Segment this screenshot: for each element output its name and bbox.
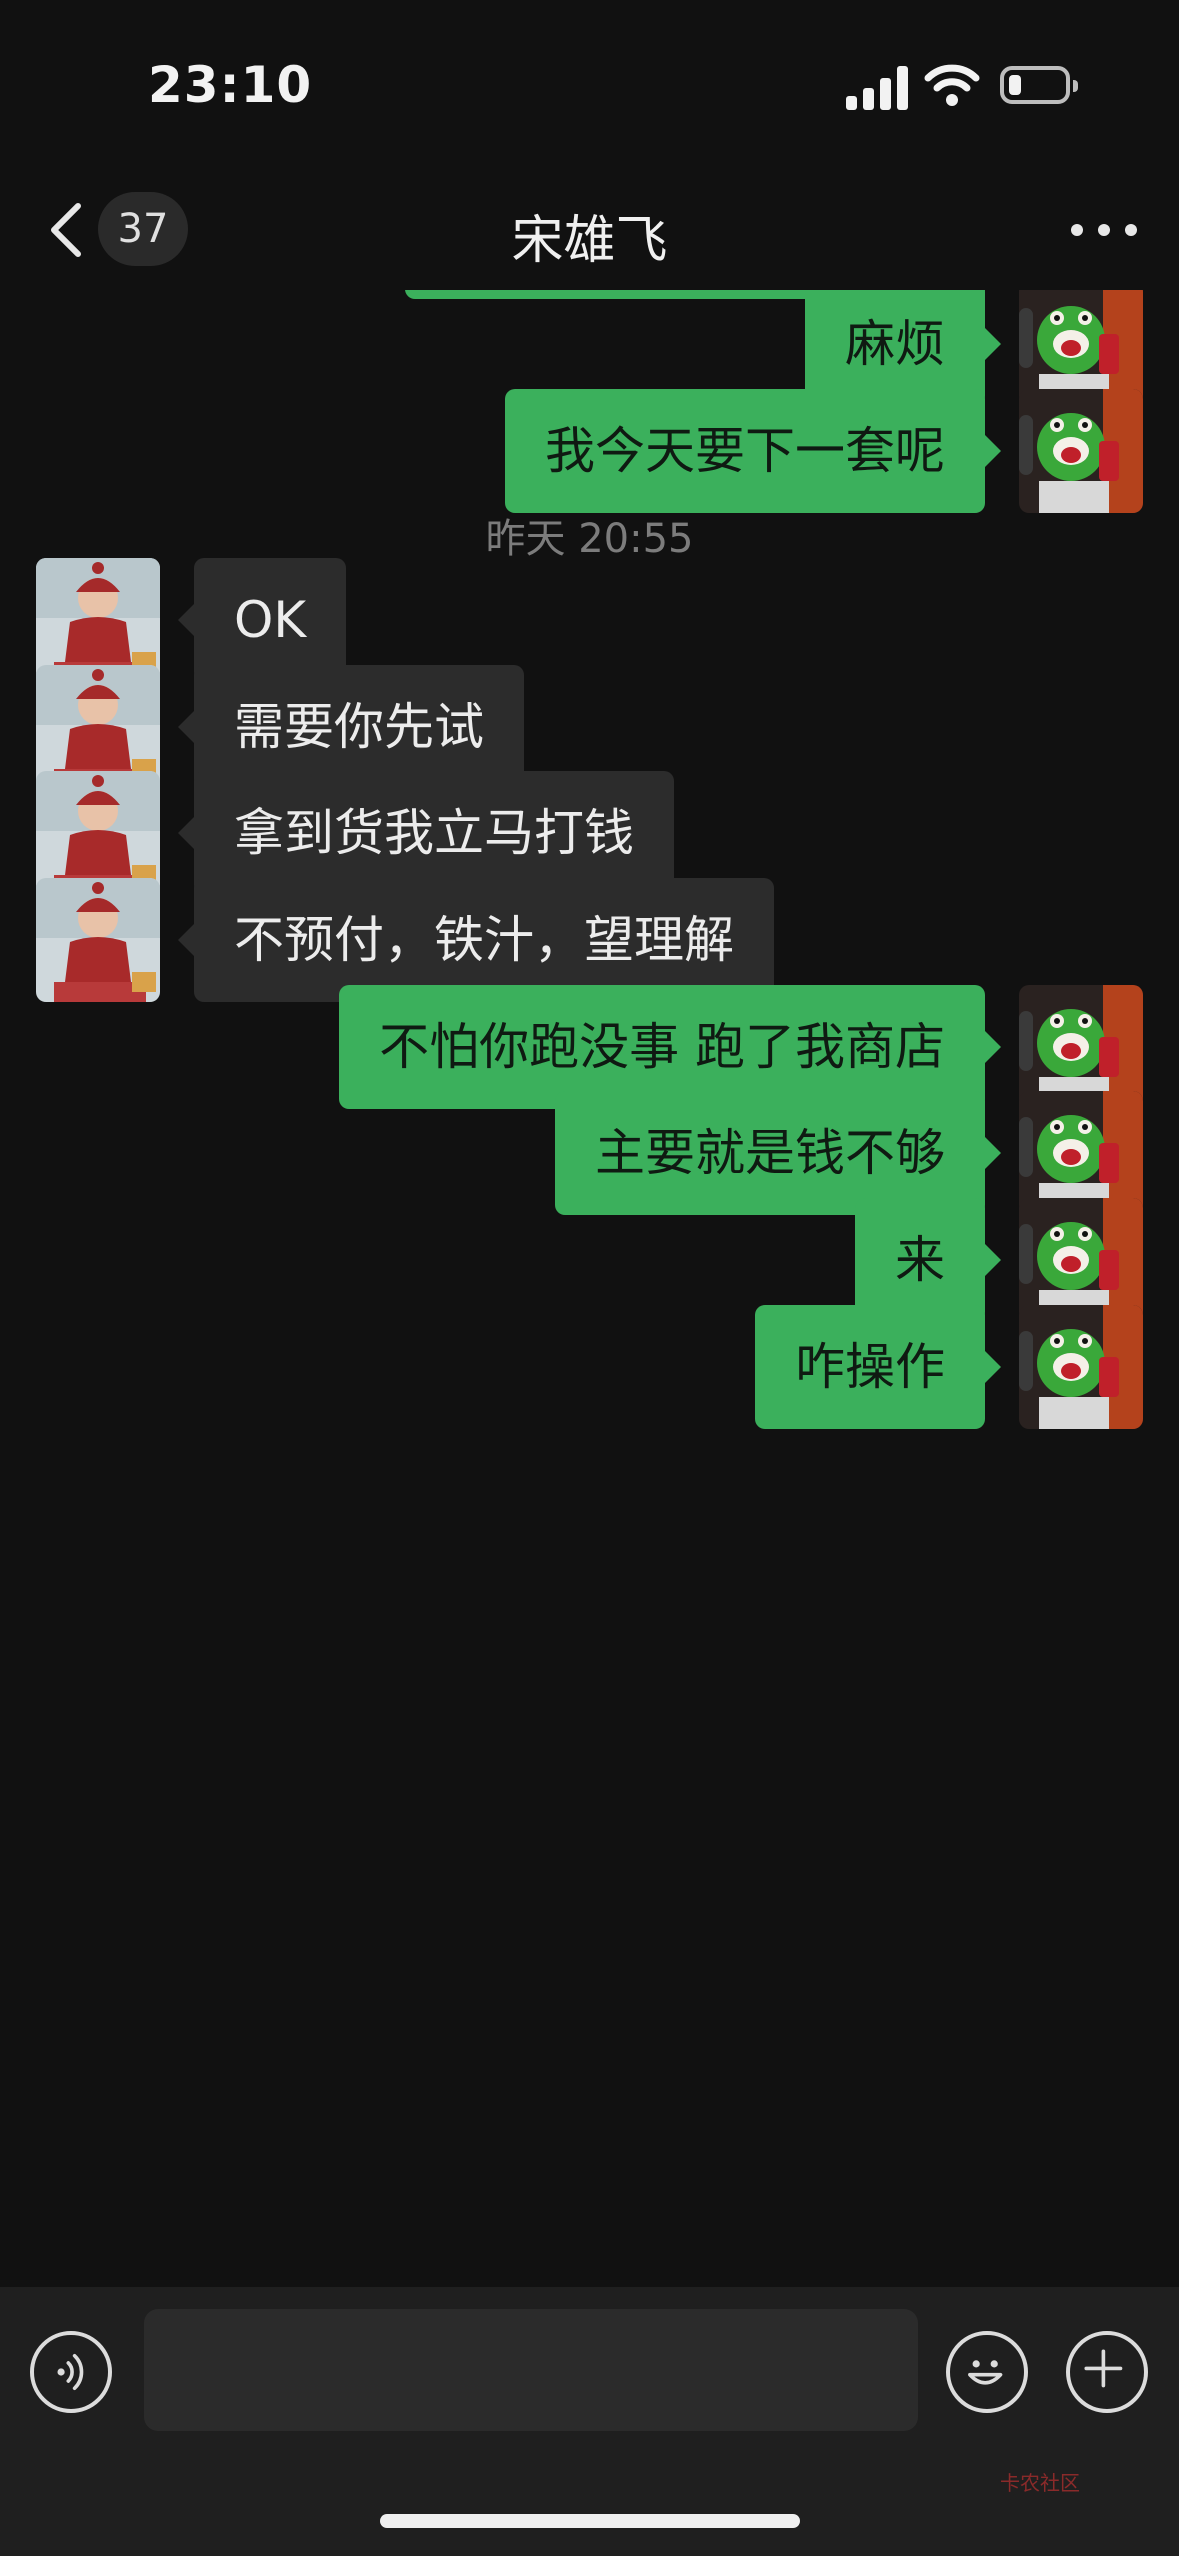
sent-message-row: 来	[0, 1198, 1179, 1322]
home-indicator[interactable]	[380, 2514, 800, 2528]
emoji-icon[interactable]	[946, 2331, 1028, 2413]
received-message-row: 拿到货我立马打钱	[0, 771, 1179, 895]
chat-title: 宋雄飞	[511, 211, 668, 271]
sent-message-bubble[interactable]: 咋操作	[755, 1305, 1001, 1429]
wifi-icon	[924, 64, 980, 106]
sent-message-bubble[interactable]: 我今天要下一套呢	[505, 389, 1001, 513]
status-time: 23:10	[148, 56, 313, 114]
voice-icon[interactable]	[30, 2331, 112, 2413]
contact-avatar[interactable]	[36, 771, 160, 895]
contact-avatar[interactable]	[36, 558, 160, 682]
received-message-bubble[interactable]: 拿到货我立马打钱	[178, 771, 674, 895]
sent-message-row: 咋操作	[0, 1305, 1179, 1429]
sent-message-row: 我今天要下一套呢	[0, 389, 1179, 513]
contact-avatar[interactable]	[36, 878, 160, 1002]
cellular-signal-icon	[846, 66, 910, 110]
received-message-row: 不预付，铁汁，望理解	[0, 878, 1179, 1002]
message-list[interactable]: 你直接一会转我支付宝麻烦我今天要下一套呢昨天 20:55OK需要你先试拿到货我立…	[0, 290, 1179, 2287]
input-bar: 卡农社区	[0, 2287, 1179, 2556]
message-input[interactable]	[144, 2309, 918, 2431]
timestamp-separator: 昨天 20:55	[485, 516, 694, 562]
my-avatar[interactable]	[1019, 1198, 1143, 1322]
my-avatar[interactable]	[1019, 1091, 1143, 1215]
my-avatar[interactable]	[1019, 389, 1143, 513]
sent-message-bubble[interactable]: 来	[855, 1198, 1001, 1322]
received-message-bubble[interactable]: OK	[177, 558, 347, 682]
sent-message-bubble[interactable]: 主要就是钱不够	[555, 1091, 1001, 1215]
watermark-logo: 卡农社区	[1000, 2471, 1080, 2495]
received-message-row: OK	[0, 558, 1179, 682]
sent-message-row: 主要就是钱不够	[0, 1091, 1179, 1215]
my-avatar[interactable]	[1019, 1305, 1143, 1429]
more-dots-icon[interactable]	[1069, 210, 1139, 250]
chat-header: 37 宋雄飞	[0, 170, 1179, 290]
battery-icon	[1000, 66, 1078, 104]
received-message-bubble[interactable]: 不预付，铁汁，望理解	[178, 878, 774, 1002]
plus-icon[interactable]	[1066, 2331, 1148, 2413]
